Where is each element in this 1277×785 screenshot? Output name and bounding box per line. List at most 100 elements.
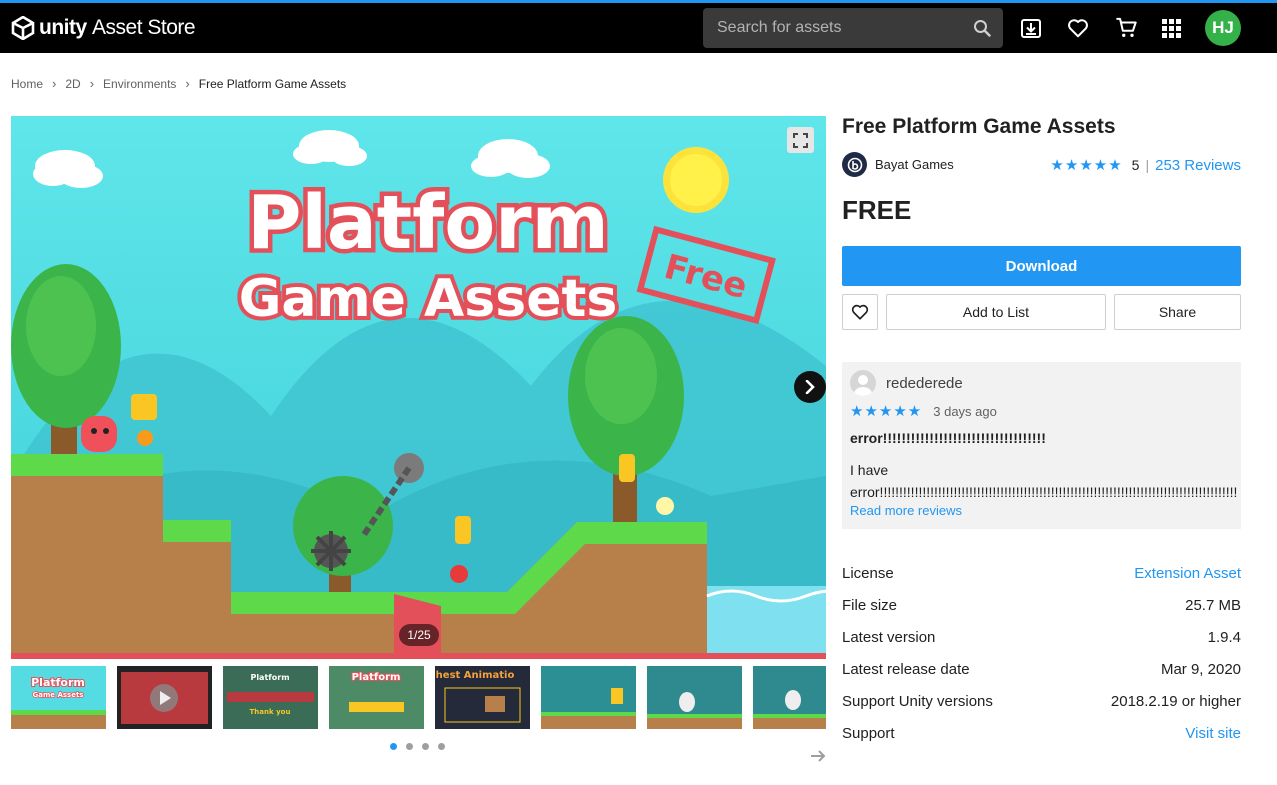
gallery-thumbnail[interactable]: Platform bbox=[329, 666, 424, 729]
header-bar: unity Asset Store HJ bbox=[0, 3, 1277, 53]
cart-icon[interactable] bbox=[1115, 17, 1138, 39]
pagination-dot-1[interactable] bbox=[390, 743, 397, 750]
unity-cube-icon bbox=[11, 16, 35, 40]
chevron-right-icon: › bbox=[185, 76, 190, 91]
review-card: redederede ★★★★★ 3 days ago error!!!!!!!… bbox=[842, 362, 1241, 529]
thumbnail-image bbox=[117, 666, 212, 729]
review-stars: ★★★★★ bbox=[850, 403, 923, 420]
svg-text:hest Animatio: hest Animatio bbox=[436, 670, 515, 681]
hero-title-line1: Platform bbox=[247, 180, 609, 266]
review-body: I have error!!!!!!!!!!!!!!!!!!!!!!!!!!!!… bbox=[850, 459, 1242, 503]
fullscreen-button[interactable] bbox=[787, 127, 814, 153]
detail-value: Mar 9, 2020 bbox=[1160, 661, 1241, 678]
review-body-line: error!!!!!!!!!!!!!!!!!!!!!!!!!!!!!!!!!!!… bbox=[850, 484, 1238, 500]
bayat-logo-icon bbox=[847, 157, 862, 172]
visit-site-link[interactable]: Visit site bbox=[1185, 725, 1241, 742]
logo-brand-text: unity bbox=[39, 16, 87, 39]
heart-icon bbox=[851, 304, 869, 320]
detail-value: 1.9.4 bbox=[1207, 629, 1241, 646]
review-title: error!!!!!!!!!!!!!!!!!!!!!!!!!!!!!!!!!!! bbox=[850, 430, 1046, 446]
gallery-thumbnail[interactable] bbox=[117, 666, 212, 729]
share-button[interactable]: Share bbox=[1114, 294, 1241, 330]
search-input[interactable] bbox=[703, 8, 967, 48]
breadcrumb-home[interactable]: Home bbox=[11, 77, 43, 91]
thumbnails-next-arrow-icon[interactable] bbox=[810, 748, 826, 764]
svg-text:Thank you: Thank you bbox=[250, 708, 291, 716]
detail-row-latest-version: Latest version 1.9.4 bbox=[842, 626, 1241, 658]
detail-value: 25.7 MB bbox=[1185, 597, 1241, 614]
downloads-icon[interactable] bbox=[1020, 17, 1042, 39]
download-button[interactable]: Download bbox=[842, 246, 1241, 286]
detail-label: Latest release date bbox=[842, 661, 970, 678]
gallery-next-button[interactable] bbox=[794, 371, 826, 403]
detail-row-release-date: Latest release date Mar 9, 2020 bbox=[842, 658, 1241, 690]
thumbnail-image bbox=[647, 666, 742, 729]
gallery-counter: 1/25 bbox=[399, 624, 439, 646]
read-more-reviews-link[interactable]: Read more reviews bbox=[850, 503, 962, 518]
thumbnail-image: Platform Thank you bbox=[223, 666, 318, 729]
reviewer: redederede bbox=[850, 370, 963, 396]
pagination-dot-4[interactable] bbox=[438, 743, 445, 750]
rating-stars: ★★★★★ bbox=[1050, 157, 1123, 174]
publisher[interactable]: Bayat Games bbox=[842, 152, 954, 177]
thumbnail-image bbox=[753, 666, 826, 729]
review-time: 3 days ago bbox=[933, 403, 997, 419]
detail-value: 2018.2.19 or higher bbox=[1110, 693, 1241, 710]
thumbnail-image: hest Animatio bbox=[435, 666, 530, 729]
product-title: Free Platform Game Assets bbox=[842, 115, 1116, 138]
svg-text:Platform: Platform bbox=[250, 673, 289, 682]
detail-row-support: Support Visit site bbox=[842, 722, 1241, 754]
rating-value: 5 bbox=[1131, 157, 1140, 173]
svg-text:Platform: Platform bbox=[31, 676, 85, 689]
breadcrumb-environments[interactable]: Environments bbox=[103, 77, 176, 91]
favorite-button[interactable] bbox=[842, 294, 878, 330]
gallery-thumbnail[interactable]: hest Animatio bbox=[435, 666, 530, 729]
gallery-thumbnail[interactable] bbox=[541, 666, 636, 729]
detail-label: Support bbox=[842, 725, 895, 742]
detail-label: Latest version bbox=[842, 629, 936, 646]
rating-divider: | bbox=[1145, 157, 1150, 173]
search-icon[interactable] bbox=[973, 19, 991, 37]
thumbnail-image: Platform Game Assets bbox=[11, 666, 106, 729]
svg-text:Platform: Platform bbox=[352, 672, 401, 683]
license-link[interactable]: Extension Asset bbox=[1134, 565, 1241, 582]
review-meta: ★★★★★ 3 days ago bbox=[850, 402, 997, 420]
pagination-dot-2[interactable] bbox=[406, 743, 413, 750]
chevron-right-icon bbox=[805, 380, 815, 394]
breadcrumb-2d[interactable]: 2D bbox=[65, 77, 80, 91]
chevron-right-icon: › bbox=[52, 76, 57, 91]
gallery-pagination bbox=[390, 743, 454, 750]
breadcrumb: Home › 2D › Environments › Free Platform… bbox=[11, 76, 346, 91]
price: FREE bbox=[842, 195, 912, 225]
hero-title-line2: Game Assets bbox=[239, 269, 618, 329]
hero-illustration: Platform Game Assets Free bbox=[11, 116, 826, 659]
thumbnail-image: Platform bbox=[329, 666, 424, 729]
gallery-thumbnail[interactable] bbox=[753, 666, 826, 729]
pagination-dot-3[interactable] bbox=[422, 743, 429, 750]
gallery-thumbnail[interactable]: Platform Thank you bbox=[223, 666, 318, 729]
expand-icon bbox=[793, 132, 808, 148]
breadcrumb-current: Free Platform Game Assets bbox=[198, 76, 347, 91]
gallery-thumbnail[interactable] bbox=[647, 666, 742, 729]
add-to-list-button[interactable]: Add to List bbox=[886, 294, 1106, 330]
chevron-right-icon: › bbox=[89, 76, 95, 91]
apps-grid-icon[interactable] bbox=[1162, 19, 1181, 38]
publisher-name[interactable]: Bayat Games bbox=[875, 157, 954, 172]
detail-label: License bbox=[842, 565, 894, 582]
detail-row-license: License Extension Asset bbox=[842, 562, 1241, 594]
unity-asset-store-logo[interactable]: unity Asset Store bbox=[11, 16, 196, 40]
main-gallery-image[interactable]: Platform Game Assets Free bbox=[11, 116, 826, 659]
publisher-logo bbox=[842, 152, 867, 177]
reviews-link[interactable]: 253 Reviews bbox=[1155, 157, 1241, 174]
detail-label: File size bbox=[842, 597, 898, 614]
logo-suffix-text: Asset Store bbox=[92, 16, 196, 39]
search-box bbox=[703, 8, 1003, 48]
thumbnail-image bbox=[541, 666, 636, 729]
wishlist-heart-icon[interactable] bbox=[1067, 17, 1089, 39]
user-avatar[interactable]: HJ bbox=[1205, 10, 1241, 46]
gallery-thumbnail[interactable]: Platform Game Assets bbox=[11, 666, 106, 729]
svg-text:Game Assets: Game Assets bbox=[33, 691, 84, 699]
reviewer-name[interactable]: redederede bbox=[886, 375, 963, 392]
detail-row-unity-versions: Support Unity versions 2018.2.19 or high… bbox=[842, 690, 1241, 722]
review-body-line: I have bbox=[850, 462, 889, 478]
